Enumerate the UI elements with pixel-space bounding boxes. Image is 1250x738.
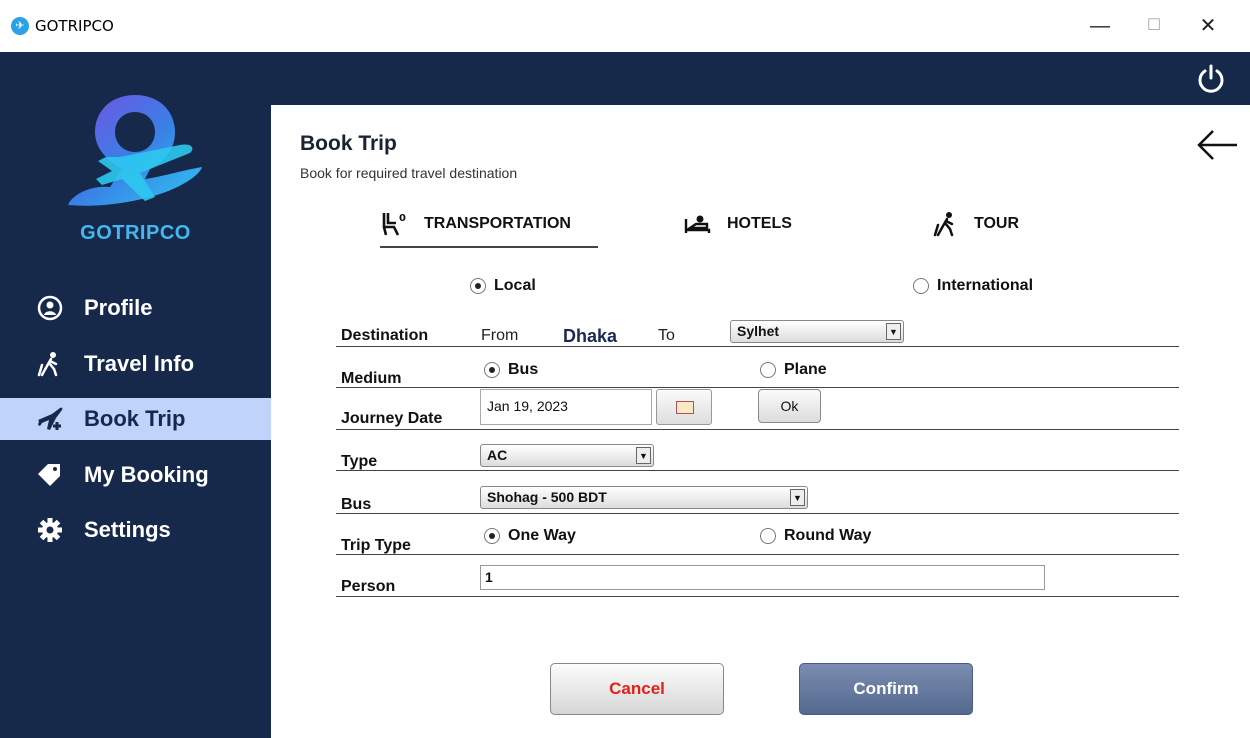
hiker-icon [932, 211, 960, 237]
radio-label: Plane [784, 361, 827, 378]
cancel-button[interactable]: Cancel [550, 663, 724, 715]
radio-indicator [470, 278, 486, 294]
tab-label: TOUR [974, 215, 1020, 232]
from-city: Dhaka [563, 326, 618, 346]
chevron-down-icon: ▼ [636, 447, 651, 464]
journey-date-field[interactable]: Jan 19, 2023 [480, 389, 652, 425]
walking-person-icon [36, 351, 64, 377]
sidebar-item-travel-info[interactable]: Travel Info [0, 343, 271, 385]
maximize-button[interactable]: ☐ [1134, 10, 1174, 42]
page-subtitle: Book for required travel destination [300, 165, 518, 181]
radio-plane[interactable]: Plane [760, 360, 850, 380]
user-circle-icon [36, 295, 64, 321]
radio-bus[interactable]: Bus [484, 360, 564, 380]
page-title: Book Trip [300, 132, 397, 155]
power-icon[interactable] [1195, 63, 1227, 95]
select-value: Sylhet [737, 323, 780, 339]
row-divider [336, 513, 1179, 514]
row-divider [336, 470, 1179, 471]
type-select[interactable]: AC ▼ [480, 444, 654, 467]
row-divider [336, 596, 1179, 597]
tab-label: HOTELS [727, 215, 792, 232]
close-button[interactable]: ✕ [1188, 10, 1228, 42]
row-divider [336, 387, 1179, 388]
tab-label: TRANSPORTATION [424, 215, 571, 232]
destination-label: Destination [341, 327, 429, 344]
from-label: From [481, 327, 519, 344]
calendar-icon [676, 401, 694, 414]
ok-button[interactable]: Ok [758, 389, 821, 423]
radio-indicator [760, 528, 776, 544]
tab-transportation[interactable]: 0 TRANSPORTATION [380, 208, 598, 248]
chevron-down-icon: ▼ [886, 323, 901, 340]
radio-label: Bus [508, 361, 539, 378]
top-bar [271, 52, 1250, 105]
input-value: 1 [485, 569, 493, 585]
radio-one-way[interactable]: One Way [484, 526, 604, 546]
window-title: GOTRIPCO [35, 17, 114, 35]
to-city-select[interactable]: Sylhet ▼ [730, 320, 904, 343]
select-value: AC [487, 447, 508, 463]
type-label: Type [341, 453, 378, 470]
sidebar-item-profile[interactable]: Profile [0, 287, 271, 329]
sidebar-item-label: Travel Info [84, 351, 195, 376]
bus-select[interactable]: Shohag - 500 BDT ▼ [480, 486, 808, 509]
person-label: Person [341, 578, 396, 595]
tags-icon [36, 462, 64, 488]
minimize-button[interactable]: — [1080, 10, 1120, 42]
radio-label: One Way [508, 527, 576, 544]
select-value: Shohag - 500 BDT [487, 489, 607, 505]
radio-indicator [484, 528, 500, 544]
medium-label: Medium [341, 370, 402, 387]
confirm-button[interactable]: Confirm [799, 663, 973, 715]
row-divider [336, 554, 1179, 555]
radio-international[interactable]: International [913, 276, 1063, 296]
seat-icon: 0 [380, 211, 408, 237]
title-bar: ✈ GOTRIPCO — ☐ ✕ [0, 0, 1250, 52]
sidebar-item-book-trip[interactable]: Book Trip [0, 398, 271, 440]
app-window: ✈ GOTRIPCO — ☐ ✕ GOTRIPCO Profile Travel… [0, 0, 1250, 738]
gear-icon [36, 517, 64, 543]
bed-icon [683, 211, 711, 237]
radio-indicator [913, 278, 929, 294]
sidebar-item-label: Book Trip [84, 406, 186, 431]
calendar-button[interactable] [656, 389, 712, 425]
gotripco-logo-icon [50, 87, 220, 227]
brand-name: GOTRIPCO [80, 222, 191, 244]
sidebar: GOTRIPCO Profile Travel Info Book Trip M… [0, 52, 271, 738]
sidebar-item-label: Settings [84, 517, 171, 542]
person-input[interactable]: 1 [480, 565, 1045, 590]
radio-label: Local [494, 277, 536, 294]
sidebar-item-label: My Booking [84, 462, 209, 487]
sidebar-item-my-booking[interactable]: My Booking [0, 454, 271, 496]
plane-plus-icon [36, 406, 64, 432]
sidebar-item-label: Profile [84, 295, 153, 320]
sidebar-item-settings[interactable]: Settings [0, 509, 271, 551]
svg-text:0: 0 [399, 213, 406, 224]
chevron-down-icon: ▼ [790, 489, 805, 506]
radio-indicator [760, 362, 776, 378]
radio-round-way[interactable]: Round Way [760, 526, 900, 546]
radio-local[interactable]: Local [470, 276, 570, 296]
trip-type-label: Trip Type [341, 537, 411, 554]
journey-date-label: Journey Date [341, 410, 443, 427]
radio-indicator [484, 362, 500, 378]
radio-label: Round Way [784, 527, 872, 544]
date-value: Jan 19, 2023 [487, 398, 568, 414]
tab-tour[interactable]: TOUR [932, 208, 1072, 248]
row-divider [336, 429, 1179, 430]
bus-label: Bus [341, 496, 372, 513]
app-plane-icon: ✈ [11, 17, 29, 35]
row-divider [336, 346, 1179, 347]
to-label: To [658, 327, 675, 344]
radio-label: International [937, 277, 1034, 294]
back-arrow-icon[interactable] [1195, 127, 1240, 163]
tab-hotels[interactable]: HOTELS [683, 208, 823, 248]
